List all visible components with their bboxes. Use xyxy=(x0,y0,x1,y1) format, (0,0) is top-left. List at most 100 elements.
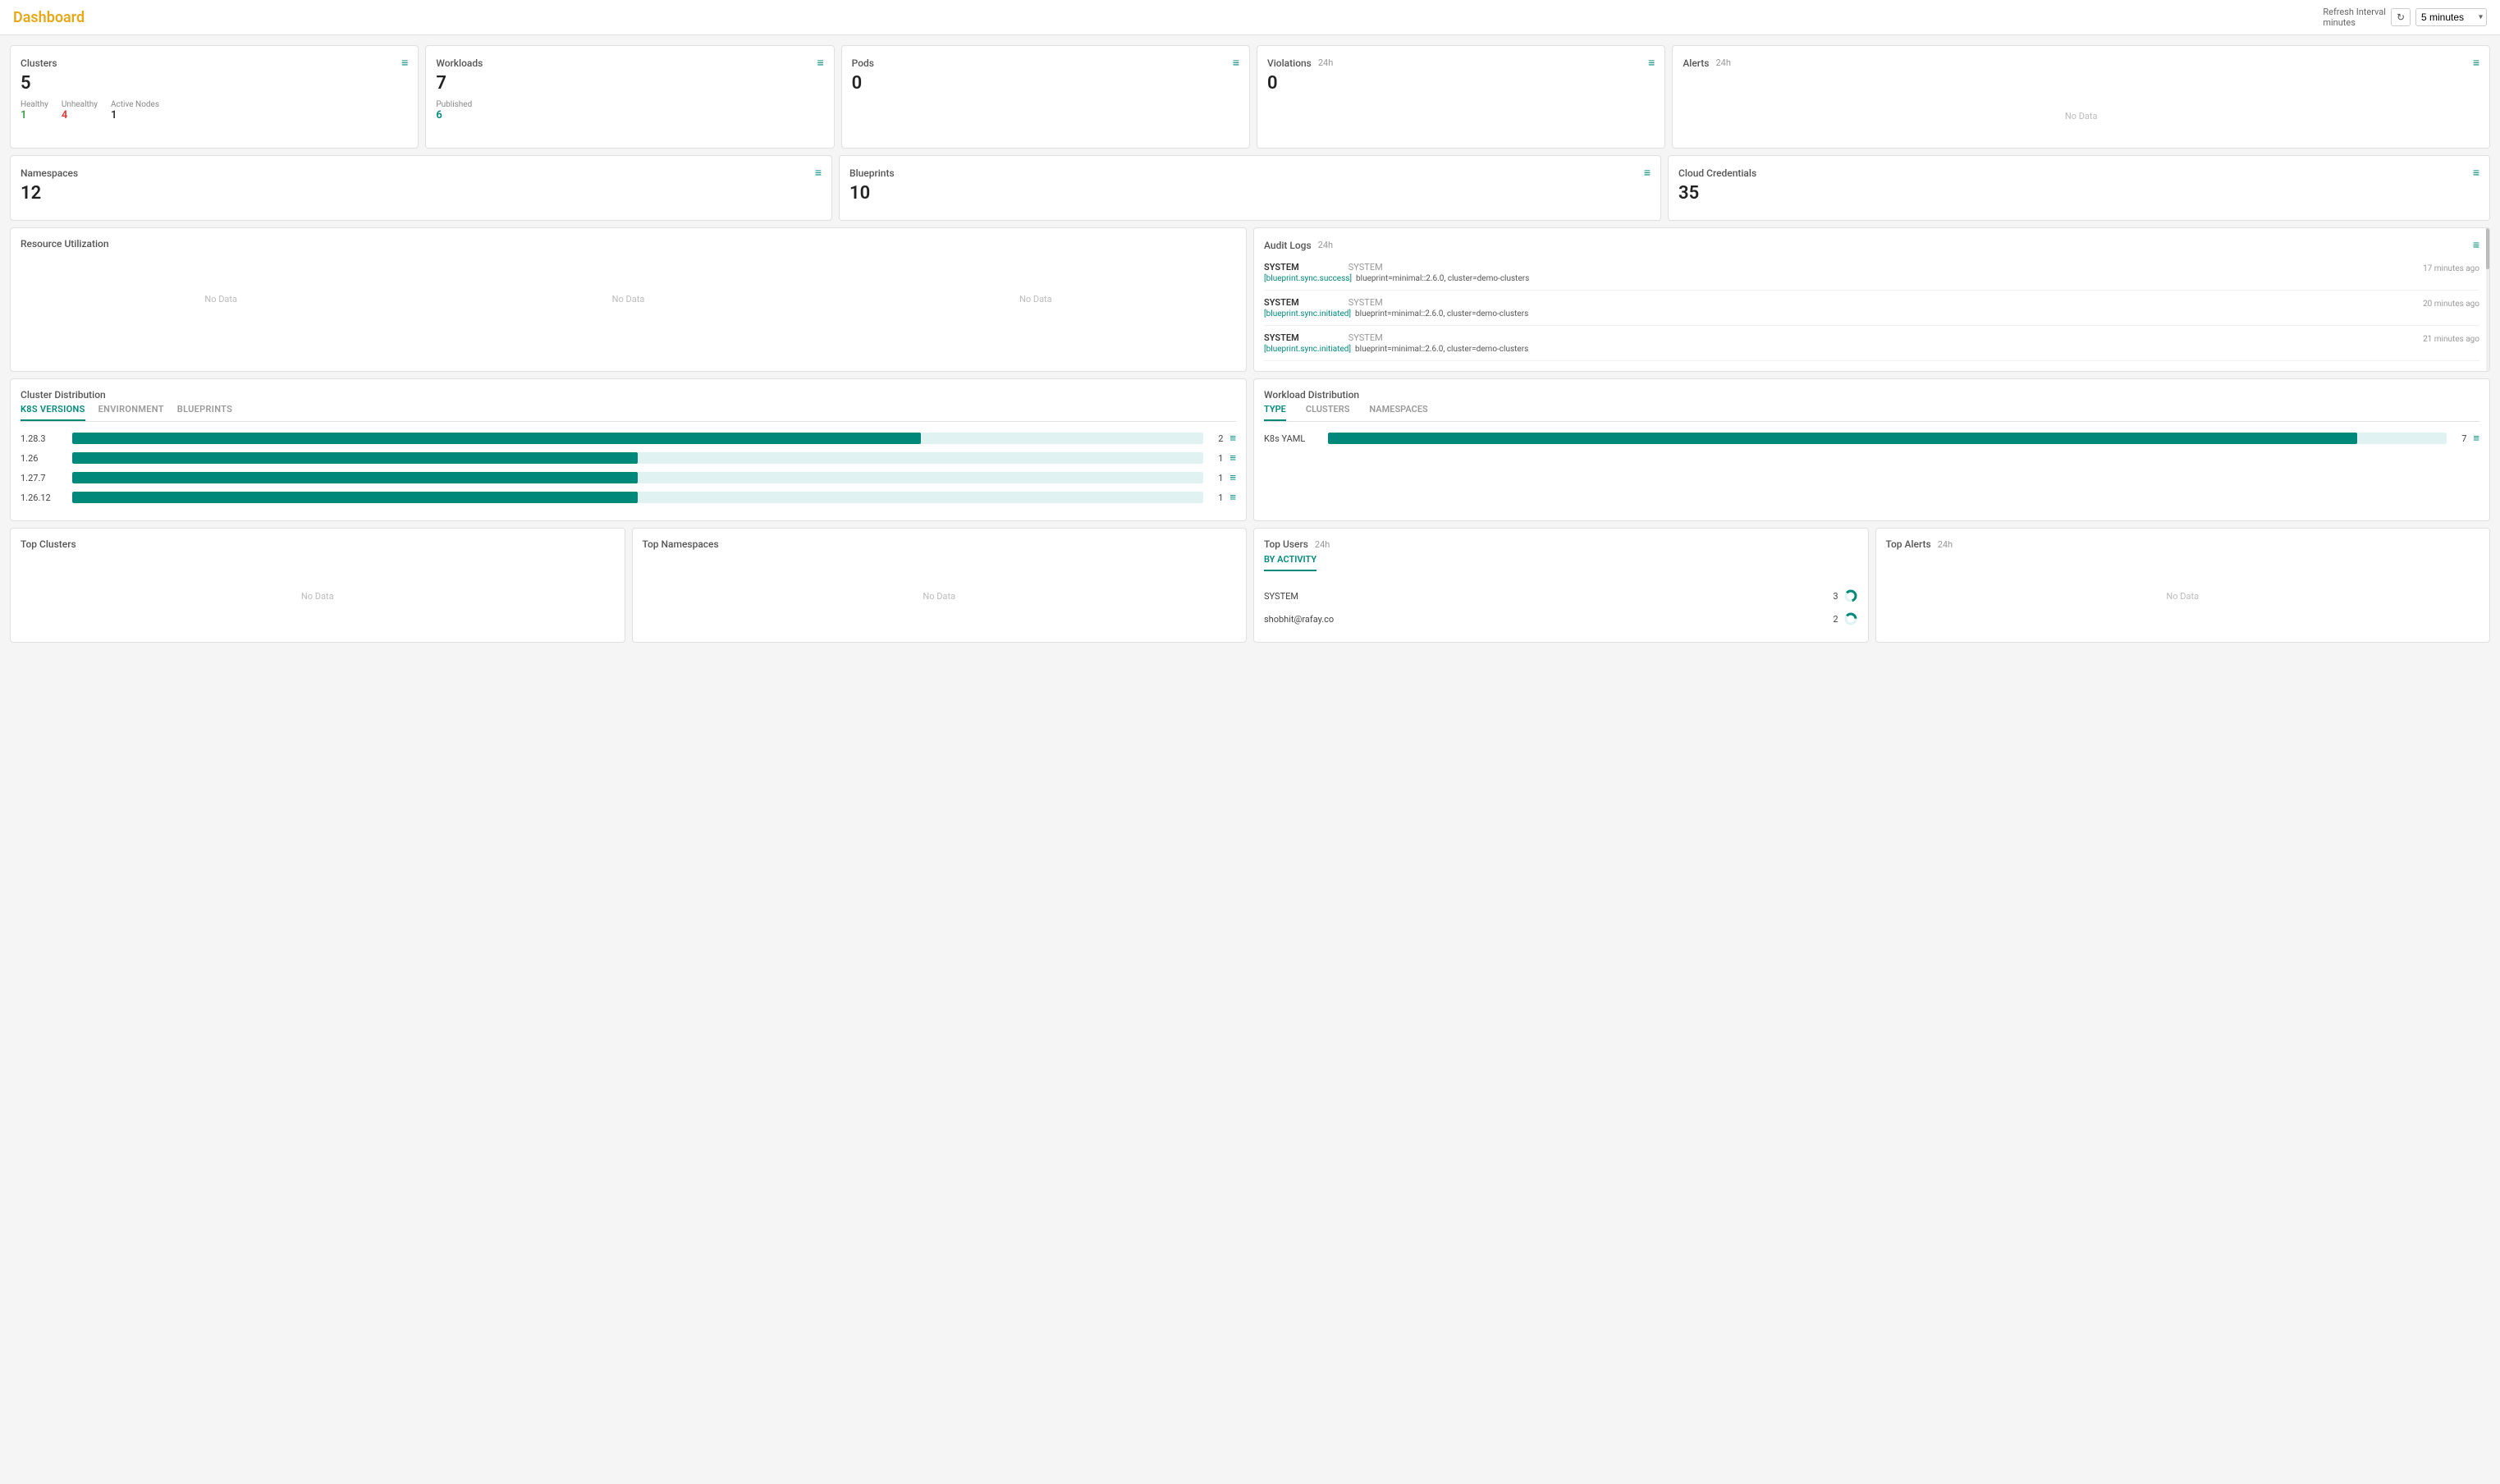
cluster-dist-icon-3[interactable]: ≡ xyxy=(1229,491,1236,504)
cluster-dist-row-0: 1.28.3 2 ≡ xyxy=(21,432,1236,445)
workloads-menu-icon[interactable]: ≡ xyxy=(817,56,823,70)
workload-distribution-card: Workload Distribution TYPE CLUSTERS NAME… xyxy=(1253,378,2490,521)
top-users-title: Top Users xyxy=(1264,538,1308,550)
cluster-dist-bar-bg-2 xyxy=(72,472,1203,483)
top-namespaces-no-data: No Data xyxy=(643,575,1237,618)
violations-menu-icon[interactable]: ≡ xyxy=(1648,56,1655,70)
cluster-dist-row-2: 1.27.7 1 ≡ xyxy=(21,471,1236,484)
audit-logs-subtitle: 24h xyxy=(1318,240,1333,250)
cluster-dist-label-1: 1.26 xyxy=(21,453,66,464)
cluster-dist-title: Cluster Distribution xyxy=(21,389,106,401)
blueprints-value: 10 xyxy=(849,183,1651,204)
pods-card-header: Pods ≡ xyxy=(852,56,1239,70)
audit-log-entries: SYSTEM SYSTEM [blueprint.sync.success] b… xyxy=(1264,255,2479,361)
published-label: Published xyxy=(436,100,472,109)
by-activity-tab[interactable]: BY ACTIVITY xyxy=(1264,554,1316,571)
cloud-credentials-value: 35 xyxy=(1678,183,2479,204)
cluster-dist-icon-1[interactable]: ≡ xyxy=(1229,451,1236,465)
audit-log-detail-2: [blueprint.sync.initiated] blueprint=min… xyxy=(1264,309,2389,318)
lowest-row: Top Clusters No Data Top Namespaces No D… xyxy=(10,528,2490,643)
pods-card: Pods ≡ 0 xyxy=(841,45,1250,149)
unhealthy-label: Unhealthy xyxy=(62,100,98,109)
scrollbar-thumb[interactable] xyxy=(2486,228,2489,269)
namespaces-title: Namespaces xyxy=(21,167,78,179)
top-alerts-header: Top Alerts 24h xyxy=(1886,538,2480,550)
workload-dist-count-0: 7 xyxy=(2453,433,2466,444)
distribution-row: Cluster Distribution K8S VERSIONS ENVIRO… xyxy=(10,378,2490,521)
workloads-card-title: Workloads xyxy=(436,57,483,69)
namespaces-value: 12 xyxy=(21,183,822,204)
clusters-card: Clusters ≡ 5 Healthy 1 Unhealthy 4 Activ… xyxy=(10,45,419,149)
top-alerts-subtitle: 24h xyxy=(1938,539,1953,550)
cluster-dist-row-1: 1.26 1 ≡ xyxy=(21,451,1236,465)
mid-row: Resource Utilization No Data No Data No … xyxy=(10,227,2490,372)
audit-log-detail-1: [blueprint.sync.success] blueprint=minim… xyxy=(1264,274,2389,283)
cloud-credentials-title: Cloud Credentials xyxy=(1678,167,1756,179)
top-user-count-area-0: 3 xyxy=(1833,589,1857,603)
cluster-dist-icon-0[interactable]: ≡ xyxy=(1229,432,1236,445)
namespaces-menu-icon[interactable]: ≡ xyxy=(815,166,822,180)
audit-log-time-3: 21 minutes ago xyxy=(2423,335,2479,344)
top-alerts-card: Top Alerts 24h No Data xyxy=(1875,528,2491,643)
top-namespaces-header: Top Namespaces xyxy=(643,538,1237,550)
cloud-credentials-card-header: Cloud Credentials ≡ xyxy=(1678,166,2479,180)
workload-tab-type[interactable]: TYPE xyxy=(1264,404,1286,421)
blueprints-menu-icon[interactable]: ≡ xyxy=(1644,166,1651,180)
resource-util-header: Resource Utilization xyxy=(21,238,1236,250)
alerts-card-title: Alerts xyxy=(1683,57,1709,69)
refresh-interval-select[interactable]: 1 minute 5 minutes 10 minutes 30 minutes… xyxy=(2415,8,2487,26)
audit-log-system-left-3: SYSTEM xyxy=(1264,332,1299,343)
cluster-dist-icon-2[interactable]: ≡ xyxy=(1229,471,1236,484)
cards-row-1: Clusters ≡ 5 Healthy 1 Unhealthy 4 Activ… xyxy=(10,45,2490,149)
cluster-dist-bar-bg-1 xyxy=(72,452,1203,464)
clusters-menu-icon[interactable]: ≡ xyxy=(401,56,408,70)
top-user-count-area-1: 2 xyxy=(1833,611,1857,626)
scrollbar-track xyxy=(2486,228,2489,371)
tab-environment[interactable]: ENVIRONMENT xyxy=(98,404,164,421)
top-user-count-1: 2 xyxy=(1833,614,1838,625)
refresh-controls: Refresh Interval minutes ↻ 1 minute 5 mi… xyxy=(2323,7,2487,28)
tab-blueprints[interactable]: BLUEPRINTS xyxy=(177,404,232,421)
top-namespaces-card: Top Namespaces No Data xyxy=(632,528,1248,643)
workload-dist-bar-fill-0 xyxy=(1328,433,2357,444)
top-clusters-header: Top Clusters xyxy=(21,538,615,550)
workloads-published-stat: Published 6 xyxy=(436,100,472,121)
violations-subtitle: 24h xyxy=(1318,57,1333,68)
violations-card: Violations 24h ≡ 0 xyxy=(1257,45,1665,149)
blueprints-card-header: Blueprints ≡ xyxy=(849,166,1651,180)
top-user-name-1: shobhit@rafay.co xyxy=(1264,614,1334,625)
cluster-dist-row-3: 1.26.12 1 ≡ xyxy=(21,491,1236,504)
refresh-button[interactable]: ↻ xyxy=(2391,8,2411,26)
workload-tab-clusters[interactable]: CLUSTERS xyxy=(1306,404,1350,421)
pods-menu-icon[interactable]: ≡ xyxy=(1233,56,1239,70)
top-users-list: SYSTEM 3 shobhit@rafay.co 2 xyxy=(1264,584,1858,630)
workload-dist-header: Workload Distribution xyxy=(1264,389,2479,401)
workload-tab-namespaces[interactable]: NAMESPACES xyxy=(1369,404,1427,421)
cluster-dist-count-0: 2 xyxy=(1210,433,1223,444)
alerts-card: Alerts 24h ≡ No Data xyxy=(1672,45,2490,149)
workloads-card-header: Workloads ≡ xyxy=(436,56,823,70)
clusters-value: 5 xyxy=(21,73,408,94)
workloads-stats: Published 6 xyxy=(436,100,823,121)
top-alerts-title: Top Alerts xyxy=(1886,538,1931,550)
cluster-dist-rows: 1.28.3 2 ≡ 1.26 1 ≡ 1.27.7 xyxy=(21,432,1236,504)
workload-dist-title: Workload Distribution xyxy=(1264,389,1359,401)
top-clusters-no-data: No Data xyxy=(21,575,615,618)
cards-row-2: Namespaces ≡ 12 Blueprints ≡ 10 Cloud Cr… xyxy=(10,155,2490,221)
alerts-subtitle: 24h xyxy=(1715,57,1730,68)
cloud-credentials-menu-icon[interactable]: ≡ xyxy=(2473,166,2479,180)
cluster-distribution-card: Cluster Distribution K8S VERSIONS ENVIRO… xyxy=(10,378,1247,521)
workloads-value: 7 xyxy=(436,73,823,94)
alerts-menu-icon[interactable]: ≡ xyxy=(2473,56,2479,70)
workloads-card: Workloads ≡ 7 Published 6 xyxy=(425,45,834,149)
cluster-dist-tabs: K8S VERSIONS ENVIRONMENT BLUEPRINTS xyxy=(21,404,1236,422)
page-title: Dashboard xyxy=(13,9,85,26)
top-users-subtitle: 24h xyxy=(1315,539,1330,550)
audit-logs-menu-icon[interactable]: ≡ xyxy=(2473,238,2479,252)
workload-dist-icon-0[interactable]: ≡ xyxy=(2473,432,2479,445)
resource-utilization-card: Resource Utilization No Data No Data No … xyxy=(10,227,1247,372)
top-users-header: Top Users 24h xyxy=(1264,538,1858,550)
tab-k8s-versions[interactable]: K8S VERSIONS xyxy=(21,404,85,421)
clusters-unhealthy-stat: Unhealthy 4 xyxy=(62,100,98,121)
refresh-interval-label: Refresh Interval minutes xyxy=(2323,7,2386,28)
